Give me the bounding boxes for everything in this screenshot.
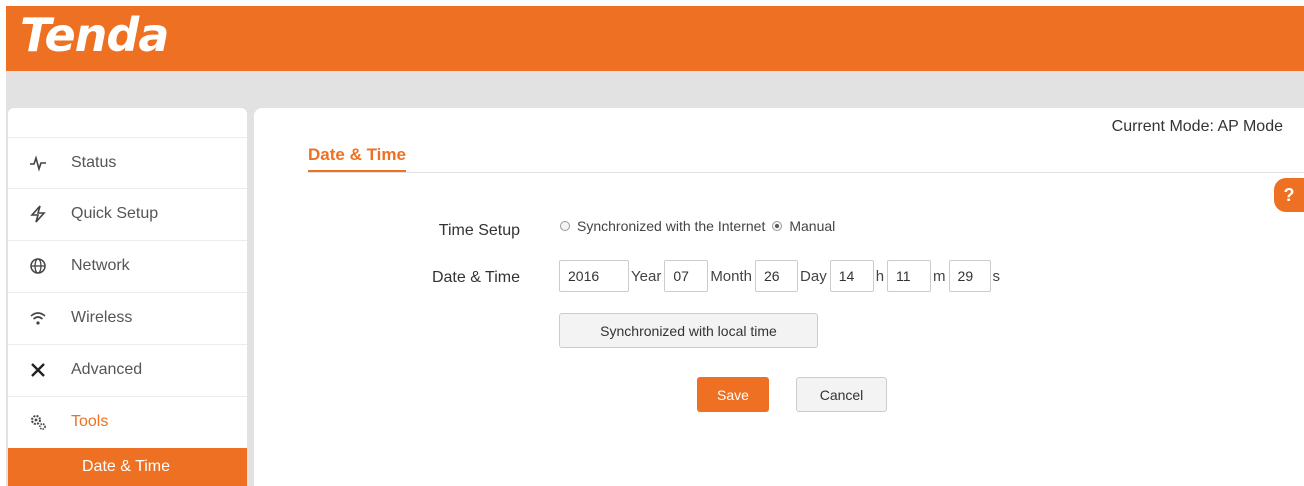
- sidebar-item-status[interactable]: Status: [8, 137, 247, 188]
- sidebar-item-wireless[interactable]: Wireless: [8, 292, 247, 343]
- save-button[interactable]: Save: [697, 377, 769, 412]
- sidebar-item-quick-setup[interactable]: Quick Setup: [8, 188, 247, 239]
- minute-unit: m: [933, 267, 946, 285]
- year-unit: Year: [631, 267, 662, 285]
- day-field[interactable]: 26: [755, 260, 799, 292]
- sidebar-item-network[interactable]: Network: [8, 240, 247, 291]
- sync-local-time-button[interactable]: Synchronized with local time: [559, 313, 818, 348]
- year-field[interactable]: 2016: [559, 260, 629, 292]
- sync-internet-label: Synchronized with the Internet: [577, 218, 766, 234]
- sidebar-subitem-date-time[interactable]: Date & Time: [8, 448, 247, 486]
- minute-field[interactable]: 11: [887, 260, 932, 292]
- hour-unit: h: [875, 267, 885, 285]
- hour-field[interactable]: 14: [829, 260, 874, 292]
- second-unit: s: [992, 267, 1001, 285]
- date-time-fields: 2016 Year 07 Month 26 Day 14 h 11 m 29 s: [559, 260, 1003, 292]
- pulse-icon: [28, 153, 48, 173]
- sidebar-item-label: Wireless: [71, 309, 133, 326]
- sidebar-item-label: Advanced: [71, 361, 143, 378]
- main-panel: Current Mode: AP Mode Date & Time ? Time…: [254, 108, 1304, 486]
- sidebar-item-label: Tools: [71, 413, 109, 430]
- globe-icon: [28, 256, 48, 276]
- second-field[interactable]: 29: [948, 260, 991, 292]
- sidebar-item-label: Quick Setup: [71, 205, 159, 222]
- date-time-label: Date & Time: [431, 269, 520, 286]
- time-setup-label: Time Setup: [438, 222, 520, 239]
- help-button[interactable]: ?: [1274, 178, 1304, 212]
- manual-radio[interactable]: [772, 221, 783, 231]
- tools-icon: [28, 360, 48, 380]
- cancel-button[interactable]: Cancel: [796, 377, 887, 412]
- month-field[interactable]: 07: [664, 260, 709, 292]
- sidebar-item-label: Network: [71, 257, 130, 274]
- time-setup-radio-group: Synchronized with the Internet Manual: [560, 218, 842, 234]
- month-unit: Month: [710, 267, 753, 285]
- page-title: Date & Time: [308, 145, 406, 173]
- day-unit: Day: [800, 267, 827, 285]
- current-mode-text: Current Mode: AP Mode: [1111, 118, 1283, 135]
- lightning-icon: [28, 204, 48, 224]
- gears-icon: [28, 412, 48, 432]
- tenda-logo: Tenda: [20, 8, 169, 62]
- top-header-bar: Tenda: [6, 6, 1304, 71]
- sidebar-item-label: Status: [71, 154, 117, 171]
- sidebar: Status Quick Setup Network Wireless Adva…: [8, 108, 247, 486]
- title-divider: [308, 172, 1304, 173]
- wifi-icon: [28, 308, 48, 328]
- sync-internet-radio[interactable]: [560, 221, 570, 231]
- sidebar-item-tools[interactable]: Tools: [8, 396, 247, 447]
- sidebar-item-advanced[interactable]: Advanced: [8, 344, 247, 395]
- manual-label: Manual: [789, 218, 836, 234]
